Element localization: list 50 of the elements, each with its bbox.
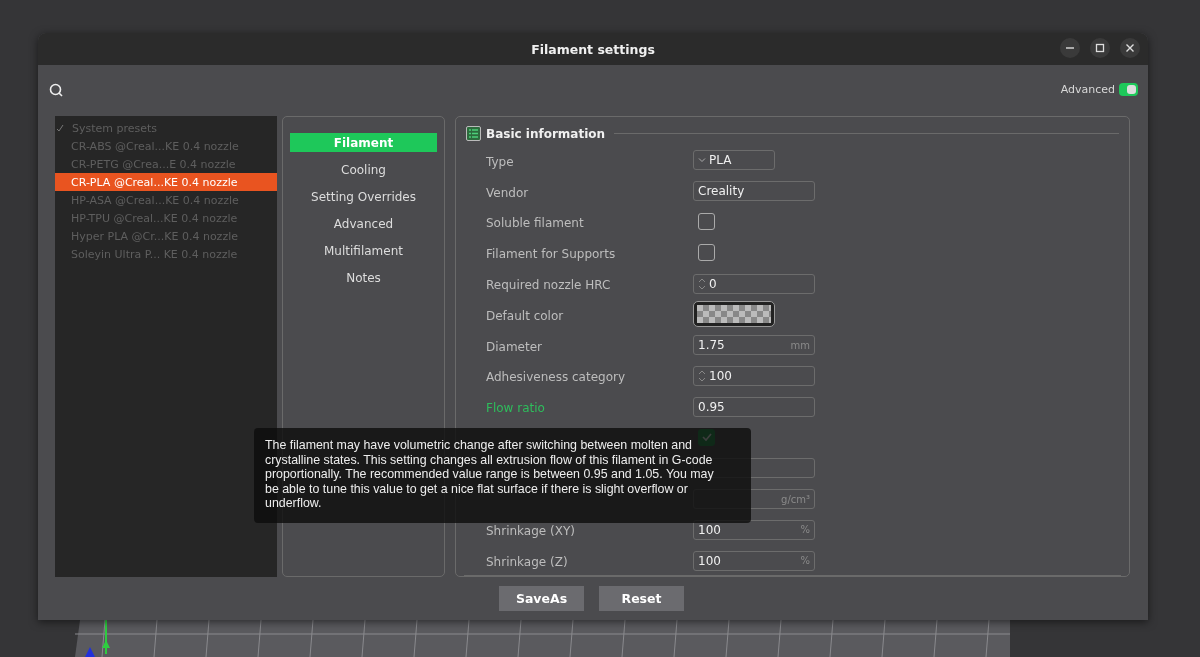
chevron-down-icon bbox=[698, 157, 706, 164]
option-label: Flow ratio bbox=[486, 401, 545, 416]
dialog-button[interactable]: SaveAs bbox=[499, 586, 584, 611]
spin-field[interactable]: 100 bbox=[693, 365, 815, 386]
settings-tab[interactable]: Cooling bbox=[290, 160, 437, 179]
spin-arrows-icon bbox=[698, 276, 706, 291]
input-field[interactable]: 0.95 bbox=[693, 396, 815, 417]
option-label: Shrinkage (Z) bbox=[486, 555, 568, 570]
section-title: Basic information bbox=[486, 126, 606, 141]
close-icon bbox=[1125, 43, 1135, 53]
option-label: Diameter bbox=[486, 339, 543, 354]
spin-field[interactable]: 0 bbox=[693, 273, 815, 294]
checkbox[interactable] bbox=[698, 244, 715, 262]
search-icon[interactable] bbox=[49, 82, 63, 97]
advanced-toggle[interactable] bbox=[1119, 83, 1138, 96]
minimize-icon bbox=[1065, 47, 1075, 49]
list-icon bbox=[466, 126, 481, 142]
checkbox[interactable] bbox=[698, 213, 715, 231]
close-button[interactable] bbox=[1120, 38, 1140, 58]
option-label: Required nozzle HRC bbox=[486, 278, 611, 292]
option-label: Soluble filament bbox=[486, 216, 584, 231]
unit-label: g/cm³ bbox=[781, 493, 810, 505]
option-label: Filament for Supports bbox=[486, 247, 616, 262]
unit-label: mm bbox=[790, 339, 810, 351]
check-icon bbox=[56, 124, 64, 132]
settings-tab[interactable]: Multifilament bbox=[290, 241, 437, 260]
tooltip: The filament may have volumetric change after switching between molten and crystalline states. This setting changes all extrusion flow of this filament in G-code proportionally. The recommended value range is between 0.95 and 1.05. You may be able to tune this value to get a nice flat surface if there is slight overflow or underflow. bbox=[254, 428, 751, 523]
settings-tab[interactable]: Advanced bbox=[290, 214, 437, 233]
option-label: Adhesiveness category bbox=[486, 370, 625, 385]
unit-label: % bbox=[800, 555, 810, 567]
maximize-button[interactable] bbox=[1090, 38, 1110, 58]
settings-tab[interactable]: Setting Overrides bbox=[290, 187, 437, 206]
maximize-icon bbox=[1095, 43, 1105, 53]
spin-arrows-icon bbox=[698, 368, 706, 383]
option-label: Default color bbox=[486, 308, 564, 323]
input-field[interactable]: 1.75 mm bbox=[693, 335, 815, 356]
option-label: Type bbox=[486, 154, 514, 169]
window-title: Filament settings bbox=[531, 41, 655, 57]
unit-label: % bbox=[800, 524, 810, 536]
preset-item[interactable]: CR-PLA @Creal...KE 0.4 nozzle bbox=[55, 173, 277, 191]
advanced-label: Advanced bbox=[1060, 83, 1115, 96]
input-field[interactable]: 100 % bbox=[693, 550, 815, 571]
option-label: Shrinkage (XY) bbox=[486, 524, 575, 539]
minimize-button[interactable] bbox=[1060, 38, 1080, 58]
color-swatch[interactable] bbox=[693, 301, 775, 328]
input-field[interactable]: Creality bbox=[693, 181, 815, 202]
type-dropdown[interactable]: PLA bbox=[693, 150, 775, 171]
settings-tab[interactable]: Notes bbox=[290, 268, 437, 287]
dialog-button[interactable]: Reset bbox=[599, 586, 684, 611]
option-label: Vendor bbox=[486, 185, 529, 200]
